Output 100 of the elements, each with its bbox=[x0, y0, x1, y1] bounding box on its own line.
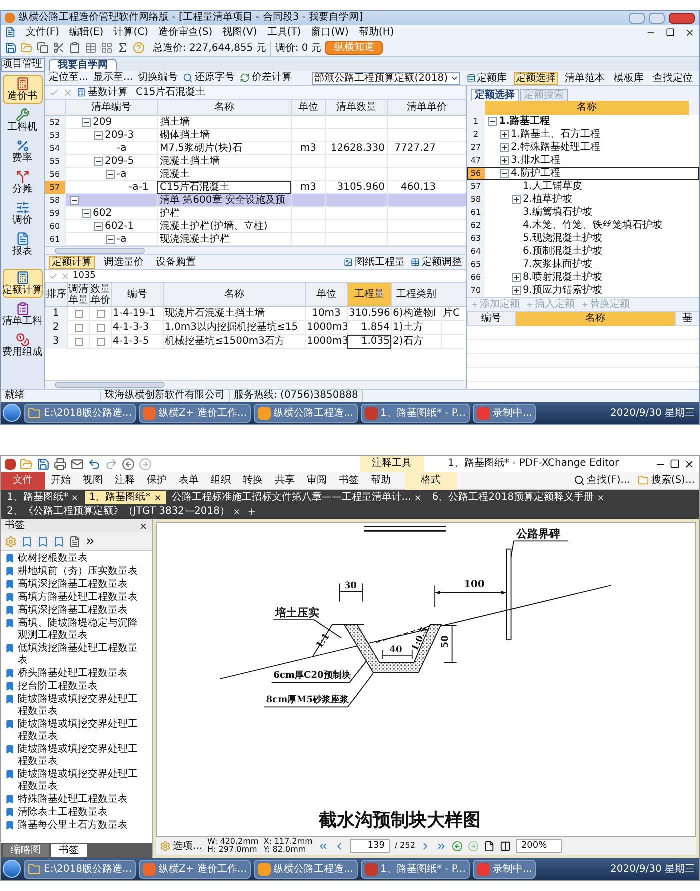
taskbar-item[interactable]: E:\2018版公路造... bbox=[24, 860, 136, 878]
collapse-icon[interactable] bbox=[106, 235, 115, 244]
bill-row[interactable]: 61 -a 现浇混凝土护栏 bbox=[45, 233, 466, 246]
grid-icon[interactable] bbox=[101, 42, 113, 54]
nav-item[interactable]: 分摊 bbox=[2, 168, 42, 197]
calc-tab[interactable]: 设备购置 bbox=[153, 256, 199, 268]
page-field[interactable]: 139 bbox=[350, 839, 390, 853]
collapse-icon[interactable] bbox=[70, 196, 79, 205]
save-icon[interactable] bbox=[5, 42, 17, 54]
expand-icon[interactable] bbox=[512, 286, 521, 295]
bookmark-item[interactable]: 高填深挖路基工程数量表 bbox=[5, 605, 144, 617]
copy-icon[interactable] bbox=[37, 42, 49, 54]
toolbar-button[interactable]: 切换编号 bbox=[138, 72, 178, 84]
tree-row[interactable]: 63 5.现浇混凝土护坡 bbox=[467, 232, 699, 245]
quota-dropdown[interactable]: 部颁公路工程预算定额(2018) bbox=[312, 72, 460, 84]
bill-row[interactable]: 53 209-3 砌体挡土墙 bbox=[45, 129, 466, 142]
first-page-icon[interactable] bbox=[318, 840, 329, 852]
restore-icon[interactable] bbox=[670, 459, 680, 469]
taskbar-item[interactable]: 纵横公路工程造... bbox=[254, 860, 358, 878]
options-button[interactable]: 选项... bbox=[160, 838, 203, 854]
menu-item[interactable]: 造价审查(S) bbox=[158, 26, 213, 38]
ribbon-tab[interactable]: 共享 bbox=[269, 472, 301, 490]
toolbar-button[interactable]: 显示至... bbox=[94, 72, 134, 84]
nav-item[interactable]: 费率 bbox=[2, 137, 42, 166]
collapse-icon[interactable] bbox=[488, 117, 497, 126]
new-tab-icon[interactable] bbox=[247, 506, 257, 516]
toolbar-button[interactable]: 价差计算 bbox=[240, 72, 292, 84]
ribbon-tab[interactable]: 书签 bbox=[333, 472, 365, 490]
menu-item[interactable]: 窗口(W) bbox=[311, 26, 349, 38]
bookmark-icon[interactable] bbox=[53, 536, 65, 548]
bookmark-item[interactable]: 路基每公里土石方数量表 bbox=[5, 820, 144, 832]
nav-item[interactable]: 调价 bbox=[2, 199, 42, 228]
tree-row[interactable]: 62 4.木笼、竹笼、铁丝笼填石护坡 bbox=[467, 219, 699, 232]
collapse-icon[interactable] bbox=[94, 222, 103, 231]
search-button[interactable]: 搜索(S)... bbox=[634, 473, 699, 488]
undo-icon[interactable] bbox=[88, 458, 101, 470]
mail-icon[interactable] bbox=[71, 458, 84, 470]
calc-tab[interactable]: 定额计算 bbox=[49, 256, 95, 268]
tree-row[interactable]: 65 7.灰浆抹面护坡 bbox=[467, 258, 699, 271]
document-tab[interactable]: 1、路基图纸* bbox=[3, 491, 84, 504]
tree-row[interactable]: 56 4.防护工程 bbox=[467, 167, 699, 180]
ribbon-tab[interactable]: 注释 bbox=[109, 472, 141, 490]
document-tab[interactable]: 6、公路工程2018预算定额释义手册 bbox=[428, 491, 610, 504]
calc-tab[interactable]: 调选量价 bbox=[101, 256, 147, 268]
taskbar-item[interactable]: 录制中... bbox=[472, 860, 536, 878]
collapse-icon[interactable] bbox=[500, 169, 509, 178]
taskbar-item[interactable]: 录制中... bbox=[472, 404, 536, 422]
panel-tab[interactable]: 定额选择 bbox=[471, 89, 519, 101]
nav-item[interactable]: 造价书 bbox=[2, 75, 42, 104]
clipboard-icon[interactable] bbox=[69, 42, 81, 54]
checkbox[interactable] bbox=[96, 324, 104, 332]
bill-row[interactable]: 58 清单 第600章 安全设施及预 bbox=[45, 194, 466, 207]
bookmark-item[interactable]: 陡坡路堤或填挖交界处理工程数量表 bbox=[5, 744, 144, 768]
bookmark-icon[interactable] bbox=[21, 536, 33, 548]
start-button[interactable] bbox=[3, 404, 21, 422]
collapse-icon[interactable] bbox=[106, 170, 115, 179]
tree-row[interactable]: 61 3.编篱填石护坡 bbox=[467, 206, 699, 219]
bookmark-item[interactable]: 陡坡路堤或填挖交界处理工程数量表 bbox=[5, 694, 144, 718]
formula-field[interactable]: 1035 bbox=[73, 270, 462, 282]
document-icon[interactable] bbox=[69, 536, 81, 548]
menu-item[interactable]: 视图(V) bbox=[222, 26, 258, 38]
ribbon-tab[interactable]: 开始 bbox=[45, 472, 77, 490]
two-page-icon[interactable] bbox=[500, 840, 512, 852]
horizontal-scrollbar[interactable] bbox=[45, 380, 466, 389]
collapse-icon[interactable] bbox=[82, 209, 91, 218]
nav-item[interactable]: 定额计算 bbox=[2, 269, 42, 298]
tree-row[interactable]: 58 2.植草护坡 bbox=[467, 193, 699, 206]
zoom-field[interactable]: 200% bbox=[516, 839, 562, 853]
quota-row[interactable]: 3 4-1-3-5 机械挖基坑≤1500m3石方 1000m3 1.035 2)石方 bbox=[45, 335, 466, 349]
menu-item[interactable]: 帮助(H) bbox=[358, 26, 394, 38]
drawing-quantity-button[interactable]: 图纸工程量 bbox=[344, 256, 405, 268]
toolbar-button[interactable]: 定位至... bbox=[49, 72, 89, 84]
start-button[interactable] bbox=[3, 860, 21, 878]
expand-icon[interactable] bbox=[500, 143, 509, 152]
ribbon-tab[interactable]: 转换 bbox=[237, 472, 269, 490]
scissors-icon[interactable] bbox=[53, 42, 65, 54]
expand-icon[interactable] bbox=[512, 195, 521, 204]
more-icon[interactable] bbox=[85, 536, 96, 547]
library-button[interactable]: 定额选择 bbox=[514, 72, 558, 84]
tree-row[interactable]: 2 1.路基土、石方工程 bbox=[467, 128, 699, 141]
nav-item[interactable]: 清单工料 bbox=[2, 300, 42, 329]
bill-row[interactable]: 59 602 护栏 bbox=[45, 207, 466, 220]
ribbon-tab[interactable]: 帮助 bbox=[365, 472, 397, 490]
bill-row[interactable]: 52 209 挡土墙 bbox=[45, 116, 466, 129]
panel-tab[interactable]: 缩略图 bbox=[3, 844, 49, 857]
checkbox[interactable] bbox=[74, 338, 82, 346]
tree-row[interactable]: 47 3.排水工程 bbox=[467, 154, 699, 167]
find-button[interactable]: 查找(F)... bbox=[570, 473, 634, 488]
menu-item[interactable]: 计算(C) bbox=[114, 26, 148, 38]
last-page-icon[interactable] bbox=[436, 840, 448, 852]
bookmark-item[interactable]: 陡坡路堤或填挖交界处理工程数量表 bbox=[5, 719, 144, 743]
bookmark-icon[interactable] bbox=[37, 536, 49, 548]
taskbar-item[interactable]: 纵横Z+ 造价工作... bbox=[139, 404, 251, 422]
table-icon[interactable] bbox=[85, 42, 97, 54]
bookmark-item[interactable]: 陡坡路堤或填挖交界处理工程数量表 bbox=[5, 769, 144, 793]
library-button[interactable]: 模板库 bbox=[612, 72, 646, 84]
menu-item[interactable]: 文件(F) bbox=[26, 26, 60, 38]
checkbox[interactable] bbox=[96, 338, 104, 346]
tree-row[interactable]: 70 9.预应力锚索护坡 bbox=[467, 284, 699, 297]
nav-item[interactable]: 报表 bbox=[2, 230, 42, 259]
